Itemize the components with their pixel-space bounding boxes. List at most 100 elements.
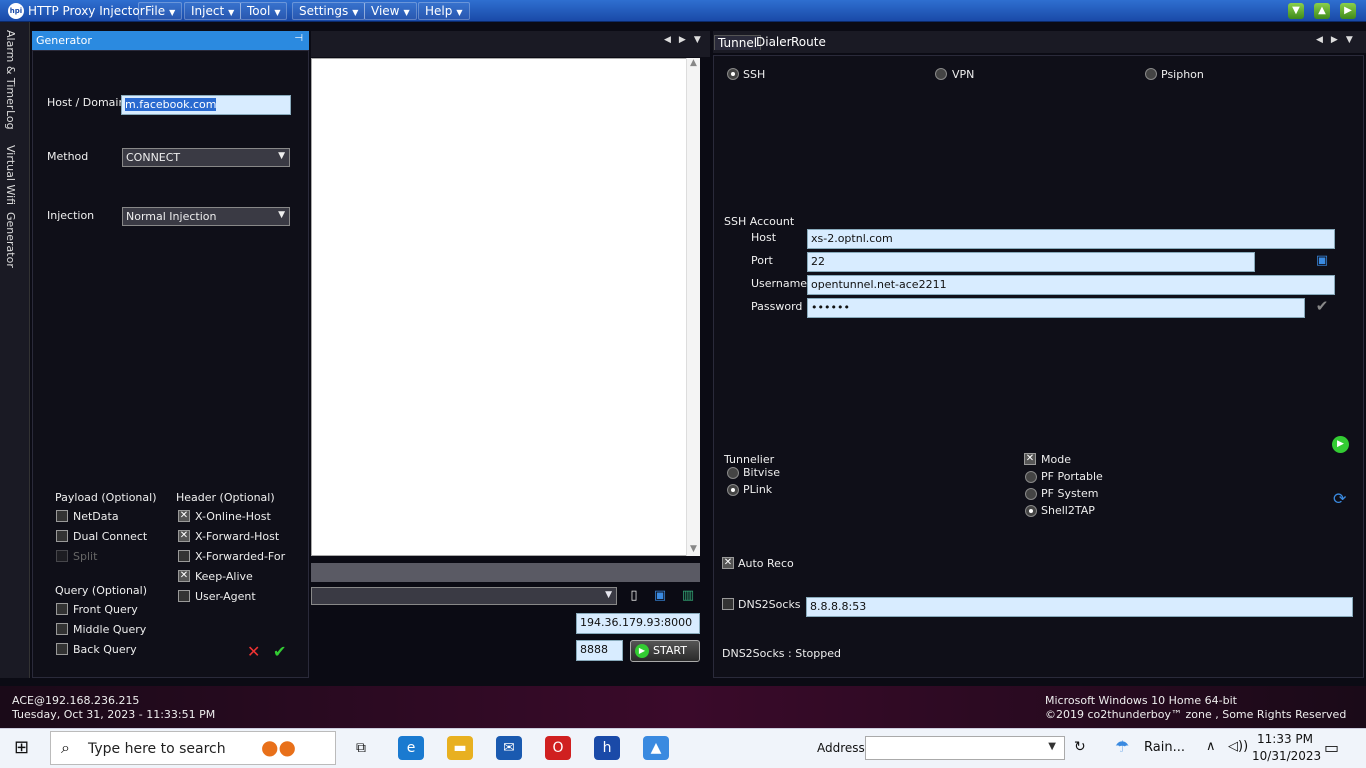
start-button[interactable]: ▶ START — [630, 640, 700, 662]
notification-icon[interactable]: ▭ — [1324, 738, 1339, 757]
windows-start-icon[interactable]: ⊞ — [14, 737, 29, 758]
pf-portable-label: PF Portable — [1041, 470, 1103, 483]
minimize-button[interactable]: ▼ — [1288, 3, 1304, 19]
front-query-checkbox[interactable] — [56, 603, 68, 615]
x-online-host-checkbox[interactable]: ✕ — [178, 510, 190, 522]
pf-system-radio[interactable] — [1025, 488, 1037, 500]
remote-proxy-input[interactable]: 194.36.179.93:8000 — [576, 613, 700, 634]
method-select[interactable]: CONNECT ▼ — [122, 148, 290, 167]
shell2tap-radio[interactable] — [1025, 505, 1037, 517]
auto-reco-label: Auto Reco — [738, 557, 794, 570]
host-domain-input[interactable]: m.facebook.com — [121, 95, 291, 115]
current-datetime: Tuesday, Oct 31, 2023 - 11:33:51 PM — [12, 708, 216, 721]
refresh-icon[interactable]: ⟳ — [1333, 489, 1346, 508]
save-account-icon[interactable]: ▣ — [1314, 253, 1330, 269]
ssh-host-label: Host — [751, 231, 777, 244]
mode-label: Mode — [1041, 453, 1071, 466]
auto-reco-checkbox[interactable]: ✕ — [722, 557, 734, 569]
close-button[interactable]: ▶ — [1340, 3, 1356, 19]
tunnel-nav-arrows-icon[interactable]: ◀▶▼ — [1316, 35, 1361, 45]
maximize-button[interactable]: ▲ — [1314, 3, 1330, 19]
edge-browser-icon[interactable]: e — [398, 736, 424, 760]
ssh-host-input[interactable]: xs-2.optnl.com — [807, 229, 1335, 249]
menu-inject[interactable]: Inject ▼ — [184, 2, 242, 20]
side-tab-alarm-timer[interactable]: Alarm & Timer — [4, 30, 17, 109]
show-password-check-icon[interactable]: ✔ — [1314, 298, 1330, 314]
editor-tab-bar — [311, 31, 710, 57]
x-forward-host-checkbox[interactable]: ✕ — [178, 530, 190, 542]
task-view-icon[interactable]: ⧉ — [348, 736, 374, 760]
bitvise-radio[interactable] — [727, 467, 739, 479]
clock-date[interactable]: 10/31/2023 — [1252, 749, 1321, 763]
back-query-label: Back Query — [73, 643, 137, 656]
ssh-username-input[interactable]: opentunnel.net-ace2211 — [807, 275, 1335, 295]
dual-connect-checkbox[interactable] — [56, 530, 68, 542]
opera-browser-icon[interactable]: O — [545, 736, 571, 760]
save-icon[interactable]: ▣ — [652, 588, 668, 604]
dns2socks-status: DNS2Socks : Stopped — [722, 647, 841, 660]
split-label: Split — [73, 550, 98, 563]
trash-icon[interactable]: ▥ — [680, 588, 696, 604]
menu-view[interactable]: View ▼ — [364, 2, 417, 20]
editor-scrollbar[interactable]: ▲ ▼ — [686, 58, 700, 556]
menu-file[interactable]: File ▼ — [138, 2, 183, 20]
refresh-address-icon[interactable]: ↻ — [1074, 739, 1086, 755]
header-optional-title: Header (Optional) — [176, 491, 275, 504]
payload-editor[interactable] — [311, 58, 699, 556]
psiphon-radio[interactable] — [1145, 68, 1157, 80]
editor-nav-arrows-icon[interactable]: ◀▶▼ — [664, 35, 709, 45]
dns2socks-checkbox[interactable] — [722, 598, 734, 610]
injection-select[interactable]: Normal Injection ▼ — [122, 207, 290, 226]
middle-query-checkbox[interactable] — [56, 623, 68, 635]
chevron-down-icon: ▼ — [403, 8, 410, 17]
new-file-icon[interactable]: ▯ — [626, 588, 642, 604]
tab-route[interactable]: Route — [788, 35, 829, 49]
side-tab-virtual-wifi[interactable]: Virtual Wifi — [4, 145, 17, 205]
menu-help[interactable]: Help ▼ — [418, 2, 470, 20]
user-agent-checkbox[interactable] — [178, 590, 190, 602]
pf-portable-radio[interactable] — [1025, 471, 1037, 483]
local-port-input[interactable]: 8888 — [576, 640, 623, 661]
menu-tool[interactable]: Tool ▼ — [240, 2, 288, 20]
vpn-label: VPN — [952, 68, 975, 81]
volume-icon[interactable]: ◁)) — [1228, 739, 1248, 754]
taskbar-search[interactable]: ⌕ Type here to search ●● — [50, 731, 336, 765]
side-tab-generator[interactable]: Generator — [4, 212, 17, 268]
editor-status-bar — [311, 563, 700, 582]
tray-overflow-icon[interactable]: ∧ — [1206, 739, 1216, 754]
play-icon: ▶ — [635, 644, 649, 658]
chevron-down-icon: ▼ — [278, 210, 285, 220]
split-checkbox[interactable] — [56, 550, 68, 562]
query-title: Query (Optional) — [55, 584, 148, 597]
clock-time[interactable]: 11:33 PM — [1257, 732, 1313, 746]
menu-settings[interactable]: Settings ▼ — [292, 2, 366, 20]
ssh-radio[interactable] — [727, 68, 739, 80]
ssh-username-label: Username — [751, 277, 808, 290]
payload-select[interactable]: ▼ — [311, 587, 617, 605]
x-forwarded-for-checkbox[interactable] — [178, 550, 190, 562]
back-query-checkbox[interactable] — [56, 643, 68, 655]
search-placeholder: Type here to search — [88, 741, 226, 757]
side-tab-log[interactable]: Log — [4, 110, 17, 130]
keep-alive-checkbox[interactable]: ✕ — [178, 570, 190, 582]
run-icon[interactable]: ▶ — [1332, 436, 1349, 453]
netdata-checkbox[interactable] — [56, 510, 68, 522]
clear-icon[interactable]: ✕ — [247, 642, 260, 661]
method-label: Method — [47, 150, 89, 163]
ssh-port-input[interactable]: 22 — [807, 252, 1255, 272]
dns2socks-input[interactable]: 8.8.8.8:53 — [806, 597, 1353, 617]
weather-text[interactable]: Rain... — [1144, 740, 1185, 755]
keep-alive-label: Keep-Alive — [195, 570, 253, 583]
http-proxy-injector-taskbar-icon[interactable]: h — [594, 736, 620, 760]
file-explorer-icon[interactable]: ▬ — [447, 736, 473, 760]
chevron-down-icon: ▼ — [278, 151, 285, 161]
photos-icon[interactable]: ▲ — [643, 736, 669, 760]
vpn-radio[interactable] — [935, 68, 947, 80]
address-input[interactable]: ▼ — [865, 736, 1065, 760]
ssh-password-input[interactable]: •••••• — [807, 298, 1305, 318]
mail-icon[interactable]: ✉ — [496, 736, 522, 760]
apply-check-icon[interactable]: ✔ — [273, 642, 286, 661]
pin-icon[interactable]: ⊣ — [294, 33, 303, 44]
plink-radio[interactable] — [727, 484, 739, 496]
mode-checkbox[interactable]: ✕ — [1024, 453, 1036, 465]
